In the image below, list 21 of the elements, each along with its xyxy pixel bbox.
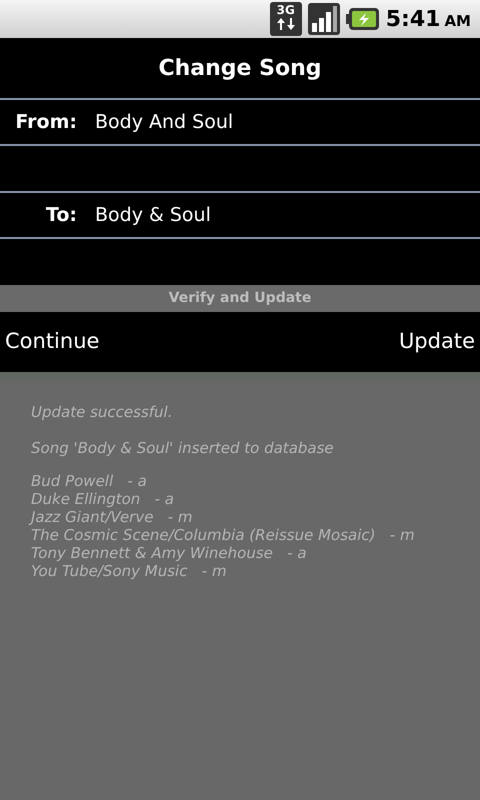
result-line: Jazz Giant/Verve - m	[31, 508, 480, 526]
result-line: You Tube/Sony Music - m	[31, 562, 228, 580]
action-button[interactable]: Continue	[5, 326, 100, 358]
action-button[interactable]: Update	[398, 326, 475, 358]
field-label: From:	[14, 110, 77, 135]
section-header: Verify and Update	[168, 289, 312, 308]
result-message: Song 'Body & Soul' inserted to database	[31, 438, 335, 459]
result-line: The Cosmic Scene/Columbia (Reissue Mosaic) - m	[31, 526, 416, 544]
clock-meridiem: AM	[444, 10, 471, 32]
clock-time: 5:41	[386, 6, 440, 34]
network-icon: 3G	[270, 2, 302, 36]
field-label: To:	[44, 202, 77, 228]
result-line: Tony Bennett & Amy Winehouse - a	[31, 544, 308, 562]
field-value: Body & Soul	[95, 202, 211, 228]
status-message: Update successful.	[31, 402, 174, 423]
battery-icon	[346, 7, 380, 31]
signal-icon	[308, 3, 340, 35]
result-line: Bud Powell - a	[31, 472, 148, 490]
result-line: Duke Ellington - a	[31, 490, 175, 508]
field-value: Body And Soul	[95, 110, 234, 135]
screen-title: Change Song	[158, 54, 322, 82]
